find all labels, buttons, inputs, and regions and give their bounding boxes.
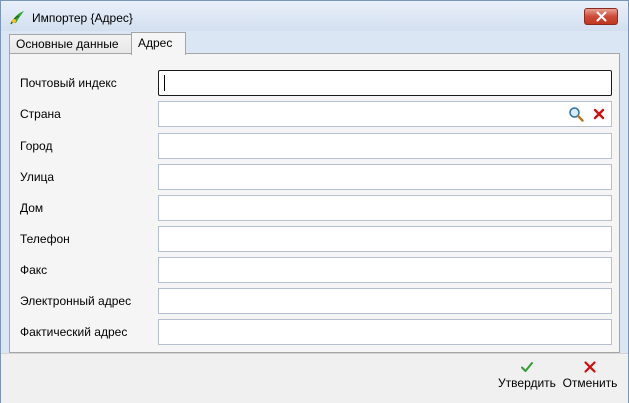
fax-label: Факс	[20, 263, 48, 277]
fax-input[interactable]	[158, 257, 612, 283]
row-fax: Факс	[10, 257, 621, 283]
country-input[interactable]	[158, 101, 612, 127]
street-label: Улица	[20, 170, 55, 184]
confirm-label: Утвердить	[498, 376, 556, 390]
row-country: Страна	[10, 101, 621, 127]
cross-icon	[584, 361, 596, 373]
city-label: Город	[20, 139, 53, 153]
bottom-toolbar: Утвердить Отменить	[1, 353, 628, 403]
address-panel: Почтовый индекс Страна Город Улица Дом Т…	[9, 53, 620, 353]
row-phone: Телефон	[10, 226, 621, 252]
email-label: Электронный адрес	[20, 294, 132, 308]
row-house: Дом	[10, 195, 621, 221]
row-street: Улица	[10, 164, 621, 190]
cancel-button[interactable]: Отменить	[559, 358, 621, 398]
city-input[interactable]	[158, 133, 612, 159]
confirm-button[interactable]: Утвердить	[496, 358, 558, 398]
postal-code-input[interactable]	[158, 70, 612, 96]
house-input[interactable]	[158, 195, 612, 221]
close-icon	[596, 11, 607, 22]
actual-address-input[interactable]	[158, 319, 612, 345]
row-email: Электронный адрес	[10, 288, 621, 314]
actual-address-label: Фактический адрес	[20, 325, 128, 339]
clear-icon[interactable]	[592, 107, 606, 121]
email-input[interactable]	[158, 288, 612, 314]
tab-address[interactable]: Адрес	[131, 32, 186, 55]
importer-window: Импортер {Адрес} Основные данные Адрес П…	[0, 0, 629, 403]
checkmark-icon	[521, 362, 533, 372]
house-label: Дом	[20, 201, 44, 215]
close-button[interactable]	[584, 8, 618, 25]
title-bar: Импортер {Адрес}	[1, 1, 628, 31]
country-label: Страна	[20, 107, 61, 121]
street-input[interactable]	[158, 164, 612, 190]
tab-main-data[interactable]: Основные данные	[9, 34, 132, 54]
phone-input[interactable]	[158, 226, 612, 252]
row-postal-code: Почтовый индекс	[10, 70, 621, 96]
row-city: Город	[10, 133, 621, 159]
phone-label: Телефон	[20, 232, 70, 246]
search-icon[interactable]	[568, 106, 584, 122]
importer-app-icon	[10, 11, 24, 25]
window-title: Импортер {Адрес}	[32, 11, 133, 25]
postal-code-label: Почтовый индекс	[20, 76, 117, 90]
cancel-label: Отменить	[562, 376, 618, 390]
row-actual-address: Фактический адрес	[10, 319, 621, 345]
text-caret	[164, 75, 165, 91]
